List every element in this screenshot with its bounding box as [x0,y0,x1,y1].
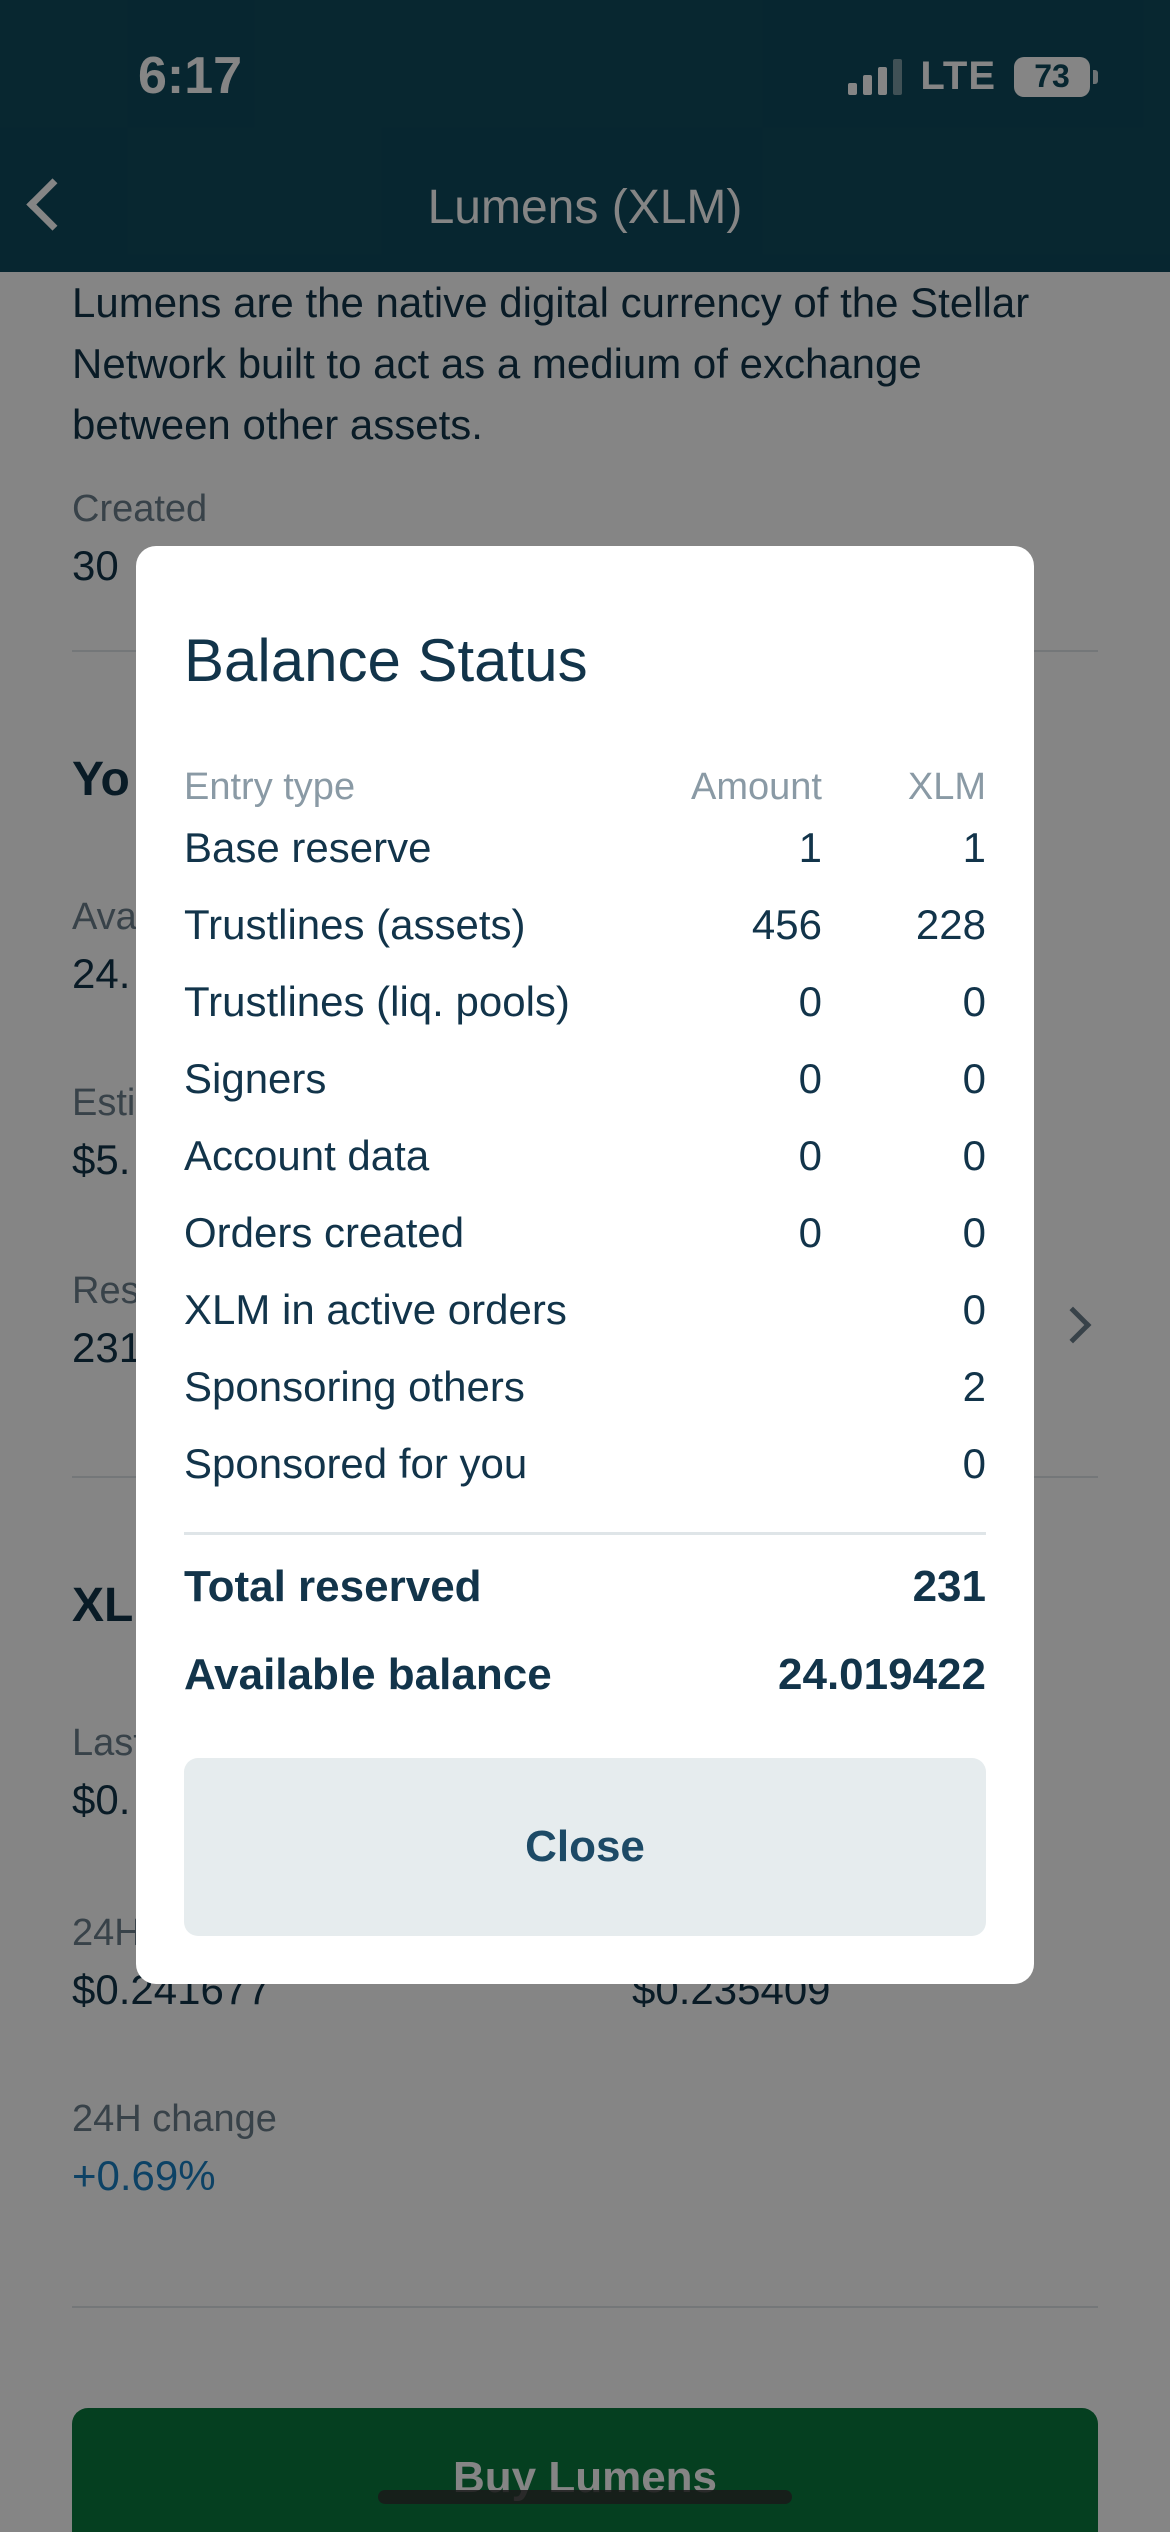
table-row: Signers 0 0 [184,1055,986,1115]
row-xlm: 0 [962,1209,986,1256]
row-xlm: 0 [962,1132,986,1179]
row-amount: 456 [751,901,822,948]
table-divider [184,1532,986,1535]
row-entry: Sponsored for you [184,1440,528,1487]
row-xlm: 0 [962,1055,986,1102]
row-amount: 0 [798,1055,822,1102]
dialog-title: Balance Status [184,627,588,694]
table-row: Sponsoring others 2 [184,1363,986,1423]
table-row: Sponsored for you 0 [184,1440,986,1500]
row-amount: 0 [798,1209,822,1256]
balance-status-dialog: Balance Status Entry type Amount XLM Bas… [136,546,1034,1984]
row-xlm: 0 [962,978,986,1025]
table-row: Account data 0 0 [184,1132,986,1192]
table-row: Trustlines (assets) 456 228 [184,901,986,961]
column-header-amount: Amount [691,766,822,808]
total-reserved-label: Total reserved [184,1562,482,1611]
row-entry: Trustlines (liq. pools) [184,978,570,1025]
table-row: XLM in active orders 0 [184,1286,986,1346]
available-balance-value: 24.019422 [778,1650,986,1699]
home-indicator[interactable] [378,2490,792,2504]
row-xlm: 228 [915,901,986,948]
row-entry: Sponsoring others [184,1363,525,1410]
total-reserved-row: Total reserved 231 [184,1562,986,1622]
table-header: Entry type Amount XLM [184,766,986,816]
row-amount: 1 [798,824,822,871]
column-header-xlm: XLM [907,766,986,808]
row-entry: Signers [184,1055,327,1102]
row-amount: 0 [798,978,822,1025]
total-reserved-value: 231 [912,1562,986,1611]
screen: 6:17 LTE 73 Lumens (XLM) Lumens are the … [0,0,1170,2532]
table-row: Trustlines (liq. pools) 0 0 [184,978,986,1038]
row-xlm: 0 [962,1286,986,1333]
row-entry: Orders created [184,1209,465,1256]
row-entry: Base reserve [184,824,432,871]
table-row: Orders created 0 0 [184,1209,986,1269]
row-xlm: 1 [962,824,986,871]
row-xlm: 0 [962,1440,986,1487]
available-balance-row: Available balance 24.019422 [184,1650,986,1710]
row-xlm: 2 [962,1363,986,1410]
row-entry: Trustlines (assets) [184,901,526,948]
close-button[interactable]: Close [184,1758,986,1936]
available-balance-label: Available balance [184,1650,552,1699]
table-row: Base reserve 1 1 [184,824,986,884]
row-entry: Account data [184,1132,430,1179]
row-entry: XLM in active orders [184,1286,567,1333]
row-amount: 0 [798,1132,822,1179]
column-header-entry-type: Entry type [184,766,356,808]
